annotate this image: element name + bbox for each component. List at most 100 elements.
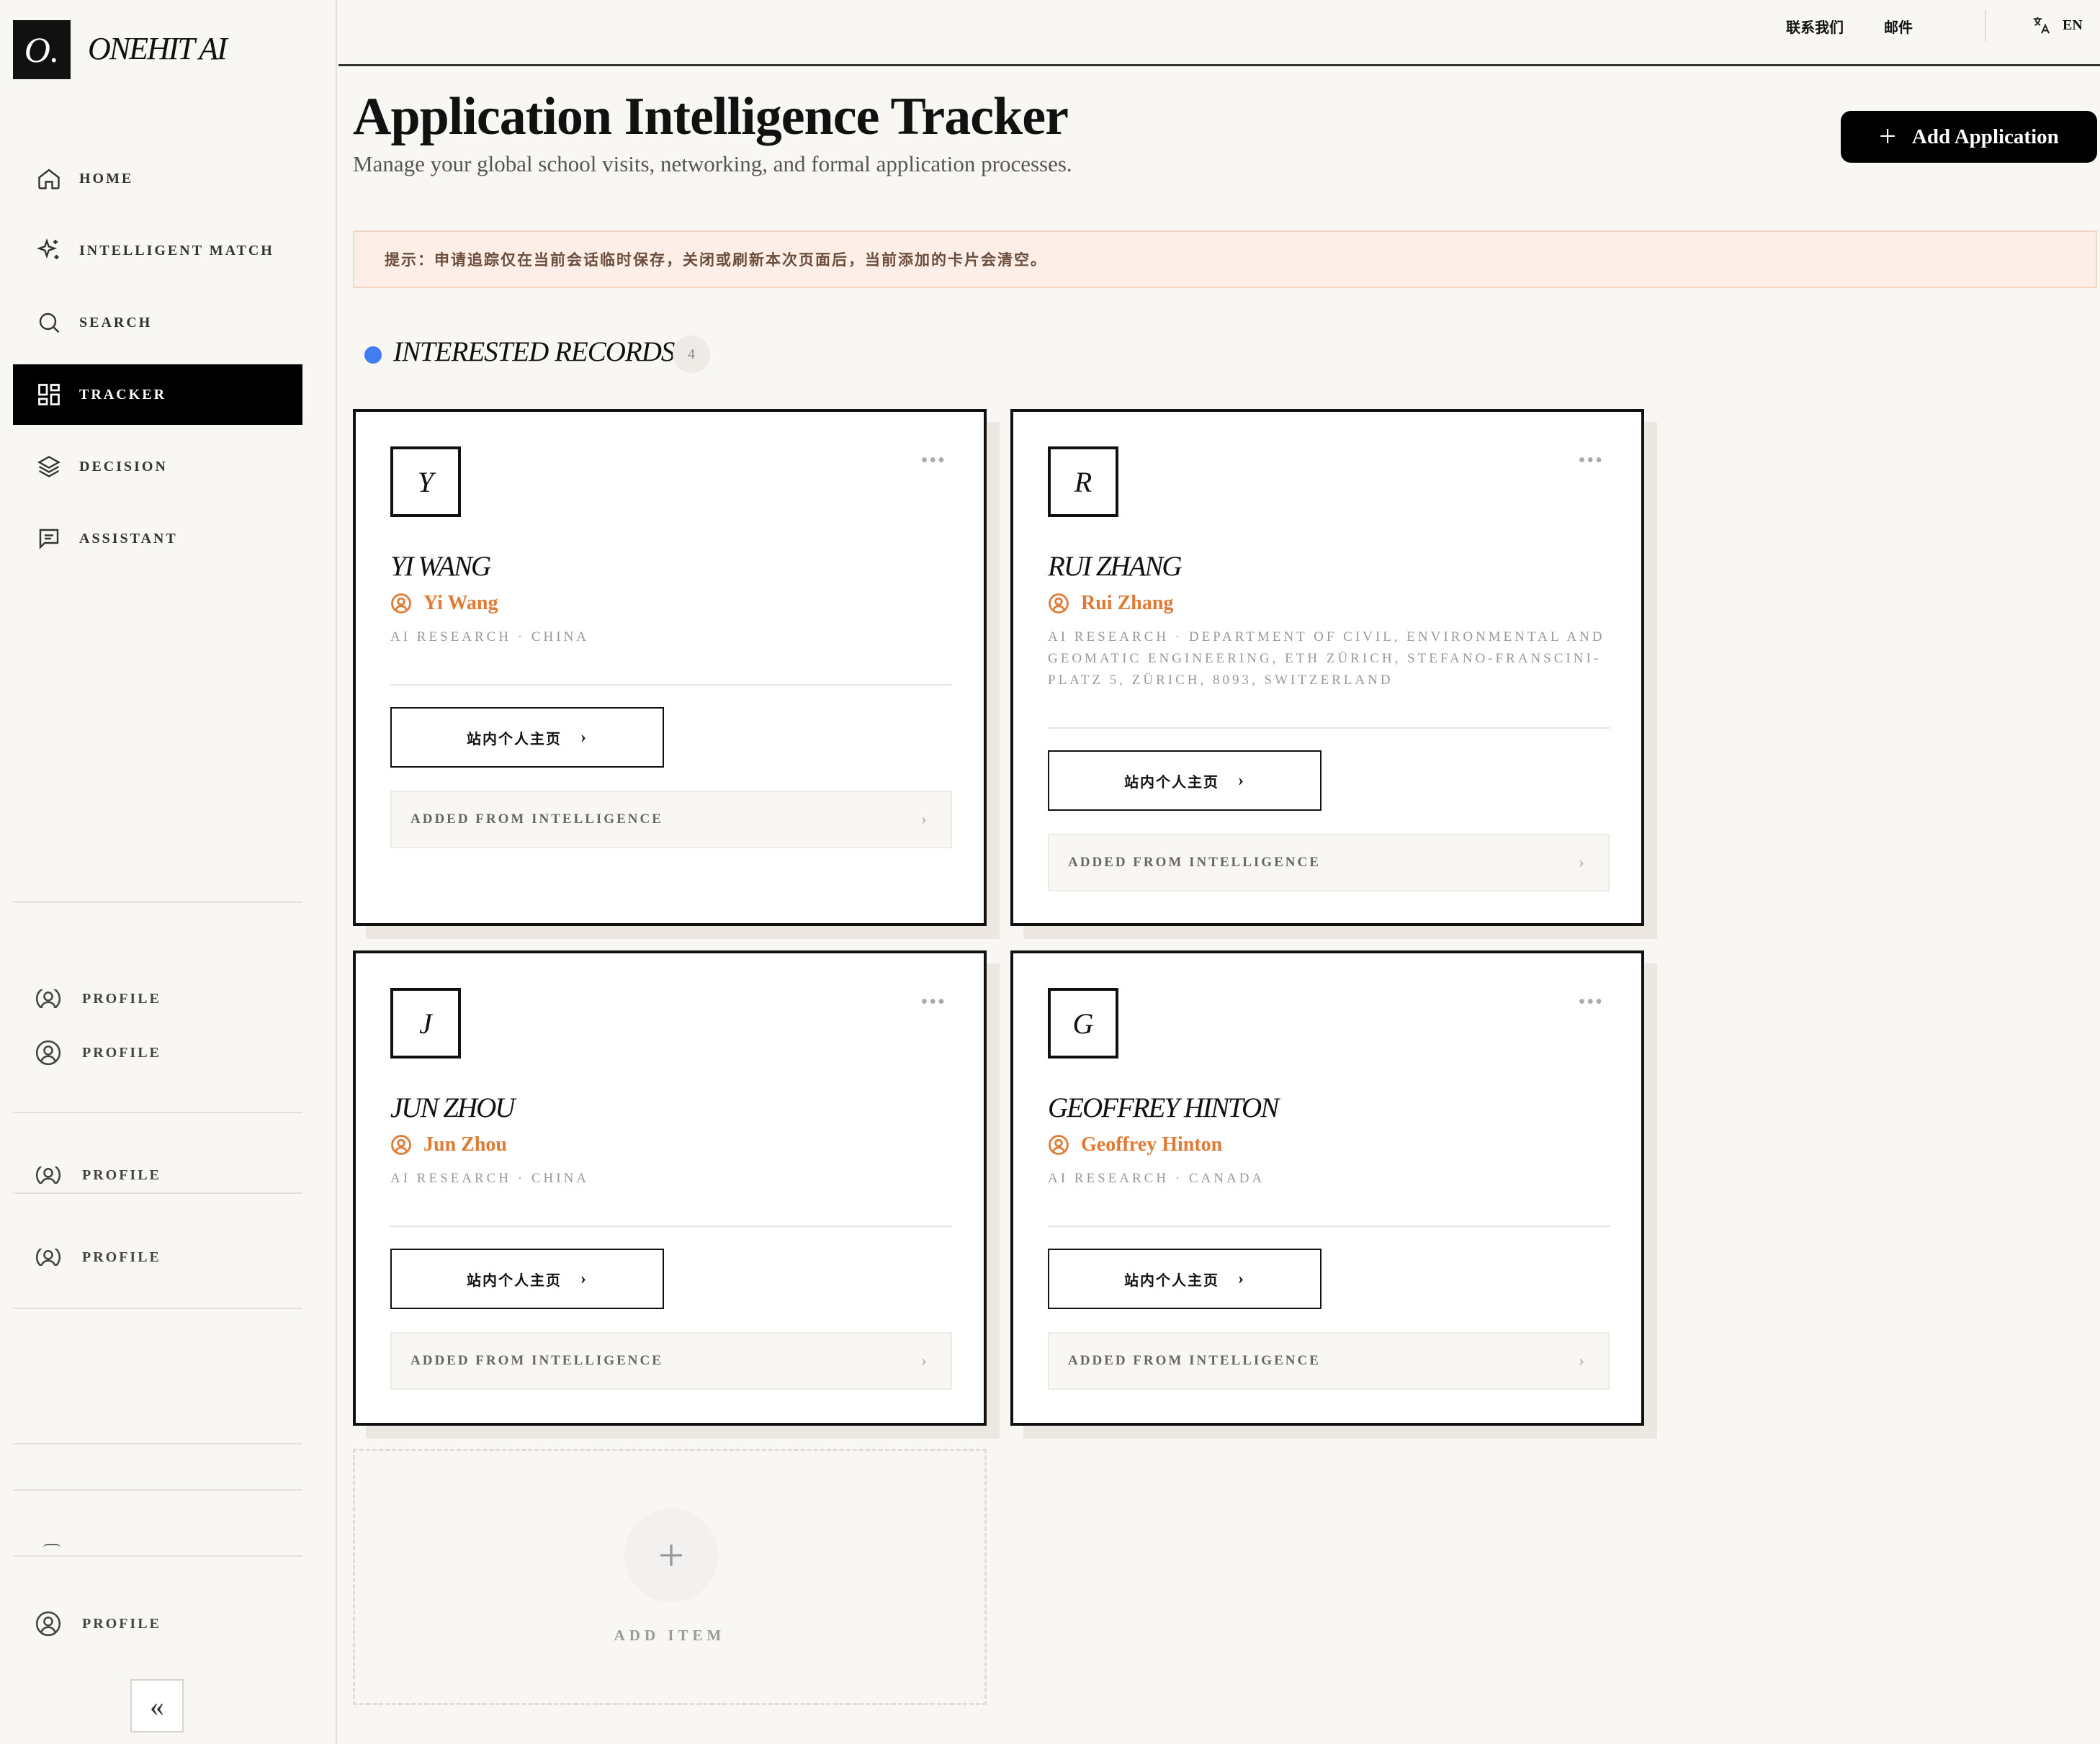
profile-page-button[interactable]: 站内个人主页 ›: [390, 1249, 664, 1309]
sidebar-divider: [13, 1112, 302, 1113]
more-options-icon[interactable]: •••: [1579, 451, 1604, 471]
chevron-right-icon: ›: [1238, 770, 1245, 790]
card-meta: AI RESEARCH · CANADA: [1048, 1171, 1265, 1186]
record-card: Y ••• YI WANG Yi Wang AI RESEARCH · CHIN…: [353, 409, 987, 926]
card-meta: AI RESEARCH · CHINA: [390, 1171, 590, 1186]
collapse-sidebar-button[interactable]: «: [130, 1679, 184, 1732]
card-meta: AI RESEARCH · CHINA: [390, 629, 590, 644]
card-divider: [390, 1226, 952, 1227]
nav-label: DECISION: [79, 458, 168, 475]
user-circle-icon: [35, 1040, 61, 1066]
profile-page-button[interactable]: 站内个人主页 ›: [1048, 750, 1322, 811]
card-source-row[interactable]: ADDED FROM INTELLIGENCE ›: [1048, 834, 1610, 891]
profile-item[interactable]: PROFILE: [35, 1249, 161, 1266]
translate-icon: [2033, 17, 2050, 34]
logo-mark[interactable]: O.: [13, 20, 71, 79]
profile-page-label: 站内个人主页: [1124, 774, 1219, 791]
profile-item[interactable]: PROFILE: [35, 1167, 161, 1184]
language-label: EN: [2063, 17, 2083, 33]
sidebar-divider: [13, 1555, 302, 1557]
profile-label: PROFILE: [82, 1615, 161, 1632]
contact-link[interactable]: 联系我们: [1786, 16, 1844, 37]
topbar-divider: [1985, 10, 1986, 42]
nav-item-search[interactable]: SEARCH: [13, 292, 302, 353]
profile-label: PROFILE: [82, 1249, 161, 1265]
more-options-icon[interactable]: •••: [921, 992, 946, 1012]
profile-item[interactable]: PROFILE: [35, 989, 161, 1008]
nav-item-intelligent-match[interactable]: INTELLIGENT MATCH: [13, 220, 302, 281]
nav-item-home[interactable]: HOME: [13, 148, 302, 209]
add-item-label: ADD ITEM: [614, 1627, 726, 1644]
add-item-card[interactable]: + ADD ITEM: [353, 1449, 987, 1705]
card-source-row[interactable]: ADDED FROM INTELLIGENCE ›: [1048, 1332, 1610, 1390]
card-source-label: ADDED FROM INTELLIGENCE: [1068, 855, 1321, 870]
card-source-row[interactable]: ADDED FROM INTELLIGENCE ›: [390, 791, 952, 848]
profile-page-label: 站内个人主页: [467, 1272, 562, 1289]
card-person-link[interactable]: Jun Zhou: [390, 1133, 507, 1156]
language-switcher[interactable]: EN: [2031, 14, 2083, 36]
card-initial-avatar: Y: [390, 446, 461, 517]
profile-page-label: 站内个人主页: [467, 731, 562, 747]
card-source-label: ADDED FROM INTELLIGENCE: [410, 812, 663, 827]
add-application-button[interactable]: + Add Application: [1841, 111, 2097, 163]
chat-icon: [35, 524, 63, 553]
card-title: JUN ZHOU: [390, 1092, 515, 1123]
card-source-row[interactable]: ADDED FROM INTELLIGENCE ›: [390, 1332, 952, 1390]
sidebar-divider: [13, 1489, 302, 1491]
nav-item-assistant[interactable]: ASSISTANT: [13, 508, 302, 569]
chevron-right-icon: ›: [921, 809, 929, 829]
user-circle-icon: [391, 1135, 411, 1155]
record-card: R ••• RUI ZHANG Rui Zhang AI RESEARCH · …: [1010, 409, 1644, 926]
user-circle-icon: [35, 1249, 61, 1266]
sidebar-divider: [13, 902, 302, 903]
section-status-dot: [364, 346, 382, 364]
nav-label: INTELLIGENT MATCH: [79, 242, 274, 259]
nav-item-tracker[interactable]: TRACKER: [13, 364, 302, 425]
brand-name[interactable]: ONEHIT AI: [88, 30, 228, 67]
clipped-profile-icon: [43, 1544, 60, 1548]
card-initial-avatar: G: [1048, 988, 1118, 1058]
card-source-label: ADDED FROM INTELLIGENCE: [410, 1353, 663, 1368]
profile-label: PROFILE: [82, 1044, 161, 1061]
nav-label: ASSISTANT: [79, 530, 178, 547]
card-title: GEOFFREY HINTON: [1048, 1092, 1279, 1123]
chevron-right-icon: ›: [921, 1351, 929, 1370]
chevron-right-icon: ›: [580, 1269, 588, 1288]
profile-label: PROFILE: [82, 990, 161, 1007]
user-circle-icon: [1049, 593, 1069, 613]
profile-page-button[interactable]: 站内个人主页 ›: [390, 707, 664, 768]
card-initial-avatar: J: [390, 988, 461, 1058]
section-title: INTERESTED RECORDS: [393, 336, 675, 367]
profile-item[interactable]: PROFILE: [35, 1038, 161, 1067]
user-circle-icon: [391, 593, 411, 613]
card-person-link[interactable]: Yi Wang: [390, 592, 498, 615]
nav-label: TRACKER: [79, 386, 167, 403]
profile-page-button[interactable]: 站内个人主页 ›: [1048, 1249, 1322, 1309]
chevron-right-icon: ›: [1579, 1351, 1587, 1370]
double-chevron-left-icon: «: [150, 1689, 164, 1722]
add-application-label: Add Application: [1911, 125, 2059, 148]
layers-icon: [35, 452, 63, 481]
mail-link[interactable]: 邮件: [1884, 16, 1913, 37]
chevron-right-icon: ›: [580, 727, 588, 747]
user-circle-icon: [35, 989, 61, 1008]
dashboard-icon: [35, 380, 63, 409]
record-card: G ••• GEOFFREY HINTON Geoffrey Hinton AI…: [1010, 950, 1644, 1426]
card-person-name: Geoffrey Hinton: [1081, 1133, 1223, 1156]
more-options-icon[interactable]: •••: [1579, 992, 1604, 1012]
card-source-label: ADDED FROM INTELLIGENCE: [1068, 1353, 1321, 1368]
card-person-link[interactable]: Geoffrey Hinton: [1048, 1133, 1222, 1156]
profile-label: PROFILE: [82, 1167, 161, 1183]
session-notice-banner: 提示：申请追踪仅在当前会话临时保存，关闭或刷新本次页面后，当前添加的卡片会清空。: [353, 230, 2097, 288]
card-person-name: Rui Zhang: [1081, 592, 1174, 614]
card-divider: [1048, 727, 1610, 729]
profile-item[interactable]: PROFILE: [35, 1609, 161, 1639]
card-person-name: Jun Zhou: [423, 1133, 507, 1156]
card-person-name: Yi Wang: [423, 592, 498, 614]
search-icon: [35, 308, 63, 337]
page-title: Application Intelligence Tracker: [353, 87, 1069, 146]
more-options-icon[interactable]: •••: [921, 451, 946, 471]
profile-page-label: 站内个人主页: [1124, 1272, 1219, 1289]
nav-item-decision[interactable]: DECISION: [13, 436, 302, 497]
card-person-link[interactable]: Rui Zhang: [1048, 592, 1173, 615]
